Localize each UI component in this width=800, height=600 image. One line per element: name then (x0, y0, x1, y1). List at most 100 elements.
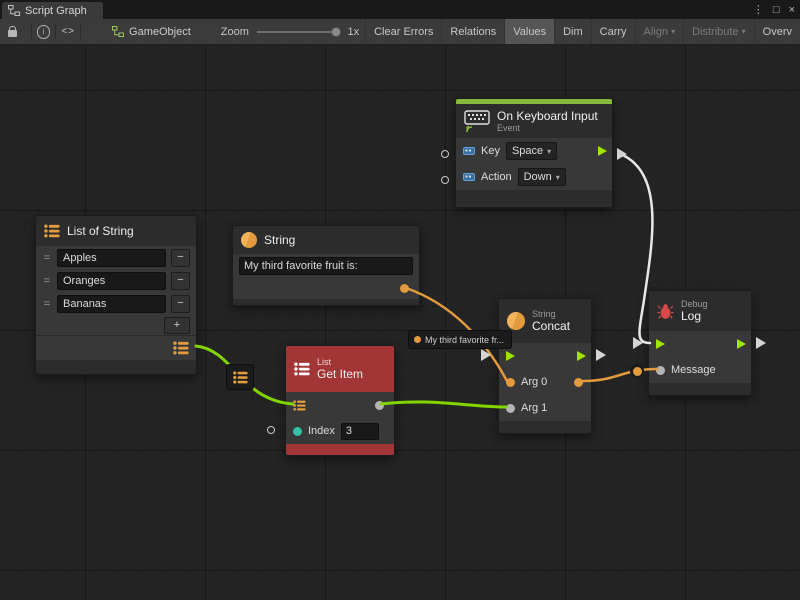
node-title: On Keyboard Input (497, 109, 598, 123)
flow-out-port[interactable] (737, 339, 746, 349)
flow-row (649, 331, 751, 357)
string-type-icon (241, 232, 257, 248)
index-input[interactable]: 3 (341, 423, 379, 440)
node-category: String (532, 309, 570, 319)
index-outer-port[interactable] (267, 426, 275, 434)
distribute-button[interactable]: Distribute ▾ (683, 19, 754, 44)
flow-in-port[interactable] (506, 351, 515, 361)
drag-handle-icon[interactable]: = (42, 275, 52, 287)
list-output-port[interactable] (173, 341, 189, 355)
list-item-input[interactable]: Bananas (57, 295, 166, 313)
concat-node[interactable]: String Concat Arg 0 Arg 1 (498, 298, 592, 434)
node-footer (286, 444, 394, 455)
target-breadcrumb[interactable]: GameObject (112, 26, 191, 38)
tab-label: Script Graph (25, 5, 87, 17)
carry-button[interactable]: Carry (591, 19, 635, 44)
arg1-port[interactable] (506, 404, 515, 413)
item-output-port[interactable] (375, 401, 384, 410)
clear-errors-button[interactable]: Clear Errors (365, 19, 441, 44)
window-maximize-icon[interactable]: □ (773, 4, 780, 16)
chevron-down-icon: ▾ (556, 173, 560, 182)
node-footer (36, 360, 196, 374)
drag-handle-icon[interactable]: = (42, 252, 52, 264)
string-node[interactable]: String My third favorite fruit is: (232, 225, 420, 306)
lock-button[interactable] (0, 27, 26, 37)
list-input-port[interactable] (293, 400, 306, 411)
node-header: String (233, 226, 419, 254)
log-flow-in-arrow[interactable] (633, 337, 643, 349)
index-port[interactable] (293, 427, 302, 436)
flow-in-port[interactable] (656, 339, 665, 349)
message-port[interactable] (656, 366, 665, 375)
string-output-port[interactable] (400, 284, 409, 293)
add-item-button[interactable]: + (164, 317, 190, 334)
zoom-slider-knob[interactable] (331, 27, 341, 37)
info-icon[interactable]: i (37, 25, 51, 39)
on-keyboard-input-node[interactable]: On Keyboard Input Event Key Space ▾ Acti… (455, 98, 613, 208)
concat-flow-out-arrow[interactable] (596, 349, 606, 361)
zoom-slider-track (257, 31, 342, 33)
list-of-string-node[interactable]: List of String = Apples − = Oranges − = … (35, 215, 197, 375)
log-flow-out-arrow[interactable] (756, 337, 766, 349)
arg0-row: Arg 0 (499, 369, 591, 395)
debug-log-node[interactable]: Debug Log Message (648, 290, 752, 396)
align-button[interactable]: Align ▾ (635, 19, 684, 44)
bug-icon (657, 303, 674, 320)
window-close-icon[interactable]: × (789, 4, 795, 16)
drag-handle-icon[interactable]: = (42, 298, 52, 310)
key-input-icon (463, 145, 475, 157)
arg1-row: Arg 1 (499, 395, 591, 421)
node-title: Log (681, 309, 708, 323)
key-port[interactable] (441, 150, 449, 158)
script-graph-icon (8, 5, 20, 16)
list-input-row (286, 392, 394, 418)
message-row: Message (649, 357, 751, 383)
arg1-label: Arg 1 (521, 402, 547, 414)
string-value-badge: My third favorite fr... (408, 330, 512, 349)
chevron-down-icon: ▾ (671, 27, 675, 36)
concat-flow-in-arrow[interactable] (481, 349, 491, 361)
node-title: Get Item (317, 367, 363, 381)
zoom-value: 1x (347, 26, 359, 38)
flow-out-port[interactable] (577, 351, 586, 361)
key-dropdown[interactable]: Space ▾ (506, 142, 557, 160)
tab-script-graph[interactable]: Script Graph (2, 2, 103, 19)
window-menu-icon[interactable]: ⋮ (753, 3, 764, 16)
flow-out-port[interactable] (598, 146, 607, 156)
arg0-port[interactable] (506, 378, 515, 387)
node-footer (499, 421, 591, 433)
concat-value-badge (630, 364, 644, 378)
node-header: On Keyboard Input Event (456, 104, 612, 138)
list-icon (44, 224, 60, 238)
string-value-input[interactable]: My third favorite fruit is: (239, 257, 413, 275)
message-label: Message (671, 364, 716, 376)
code-view-icon[interactable]: <> (61, 26, 75, 37)
key-row: Key Space ▾ (456, 138, 612, 164)
node-subtitle: Event (497, 123, 598, 133)
string-type-icon (507, 312, 525, 330)
chevron-down-icon: ▾ (742, 27, 746, 36)
keyboard-flow-out-arrow[interactable] (617, 148, 627, 160)
window-controls: ⋮ □ × (753, 1, 795, 18)
remove-item-button[interactable]: − (171, 295, 190, 313)
node-footer (649, 383, 751, 395)
relations-button[interactable]: Relations (441, 19, 504, 44)
remove-item-button[interactable]: − (171, 249, 190, 267)
node-header: List of String (36, 216, 196, 246)
get-item-node[interactable]: List Get Item Index 3 (285, 345, 395, 456)
result-output-port[interactable] (574, 378, 583, 387)
action-port[interactable] (441, 176, 449, 184)
dim-button[interactable]: Dim (554, 19, 591, 44)
action-dropdown[interactable]: Down ▾ (518, 168, 566, 186)
list-item-input[interactable]: Oranges (57, 272, 166, 290)
list-icon (233, 371, 248, 384)
action-row: Action Down ▾ (456, 164, 612, 190)
remove-item-button[interactable]: − (171, 272, 190, 290)
zoom-slider[interactable] (257, 26, 342, 38)
distribute-label: Distribute (692, 26, 738, 38)
list-item-input[interactable]: Apples (57, 249, 166, 267)
overview-button[interactable]: Overv (754, 19, 800, 44)
graph-toolbar: i <> GameObject Zoom 1x Clear Errors Rel… (0, 19, 800, 45)
values-button[interactable]: Values (504, 19, 554, 44)
action-value: Down (524, 171, 552, 183)
